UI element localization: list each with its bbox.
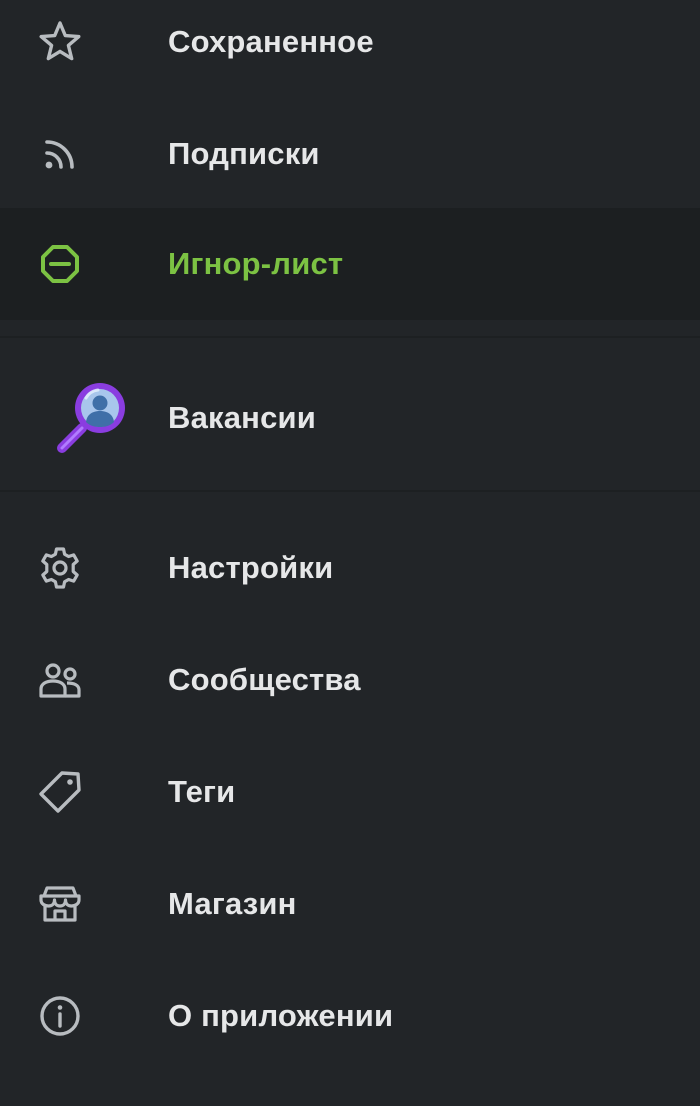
menu-item-label: Магазин <box>168 886 297 921</box>
menu-item-shop[interactable]: Магазин <box>0 848 700 960</box>
shop-icon <box>36 880 84 928</box>
menu-item-tags[interactable]: Теги <box>0 736 700 848</box>
menu-item-label: Подписки <box>168 136 320 171</box>
menu-item-label: Настройки <box>168 550 334 585</box>
menu-item-subscriptions[interactable]: Подписки <box>0 98 700 210</box>
menu-item-label: Сохраненное <box>168 24 374 59</box>
menu-item-label: Сообщества <box>168 662 361 697</box>
menu-item-label: О приложении <box>168 998 394 1033</box>
block-icon <box>36 240 84 288</box>
menu-item-communities[interactable]: Сообщества <box>0 624 700 736</box>
divider <box>0 490 700 492</box>
menu-item-label: Теги <box>168 774 236 809</box>
info-icon <box>36 992 84 1040</box>
menu-item-vacancies[interactable]: Вакансии <box>0 348 700 488</box>
job-search-icon <box>52 376 136 460</box>
rss-icon <box>36 130 84 178</box>
gear-icon <box>36 544 84 592</box>
menu-item-label: Игнор-лист <box>168 246 344 281</box>
menu-item-about[interactable]: О приложении <box>0 960 700 1072</box>
navigation-drawer: Сохраненное Подписки Игнор-лист Вакансии… <box>0 0 700 1106</box>
people-icon <box>36 656 84 704</box>
menu-item-saved[interactable]: Сохраненное <box>0 0 700 98</box>
menu-item-settings[interactable]: Настройки <box>0 512 700 624</box>
menu-item-ignore-list[interactable]: Игнор-лист <box>0 208 700 320</box>
menu-item-label: Вакансии <box>168 400 317 435</box>
tag-icon <box>36 768 84 816</box>
star-icon <box>36 18 84 66</box>
divider <box>0 336 700 338</box>
